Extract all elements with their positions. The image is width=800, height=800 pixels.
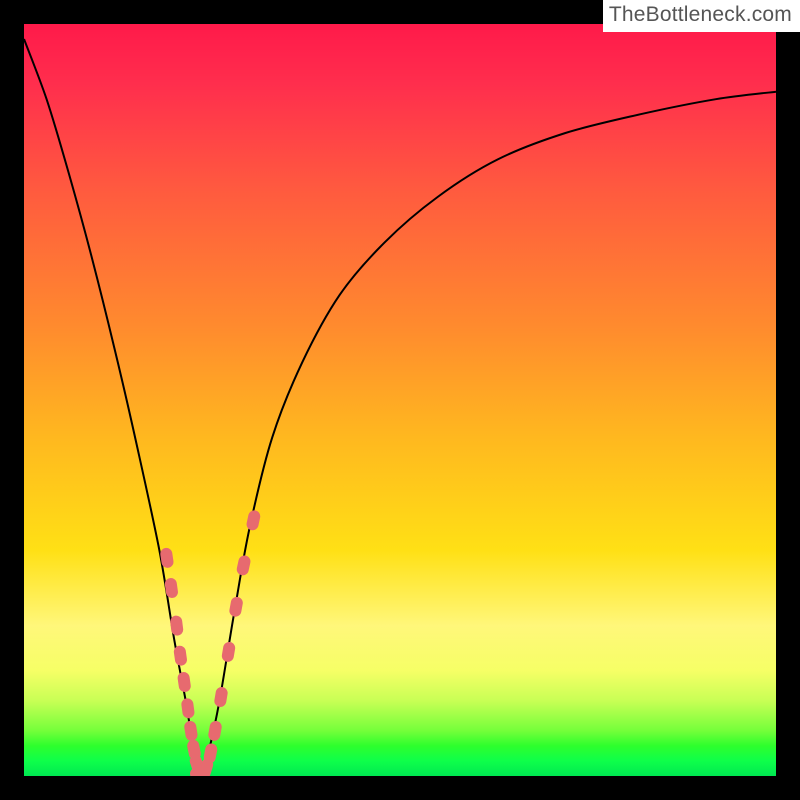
bottleneck-curve xyxy=(24,39,776,776)
watermark-text: TheBottleneck.com xyxy=(609,3,792,26)
bead xyxy=(173,645,188,666)
bead xyxy=(207,720,222,742)
bead xyxy=(221,641,236,663)
bead xyxy=(245,509,261,531)
bead xyxy=(236,554,252,576)
plot-area xyxy=(24,24,776,776)
curve-svg xyxy=(24,24,776,776)
bead xyxy=(170,615,184,636)
chart-frame: TheBottleneck.com xyxy=(0,0,800,800)
bead xyxy=(213,686,228,708)
bead xyxy=(177,671,192,692)
watermark-box: TheBottleneck.com xyxy=(603,0,800,32)
bead xyxy=(181,698,196,719)
bead xyxy=(228,596,243,618)
bead xyxy=(183,720,198,742)
